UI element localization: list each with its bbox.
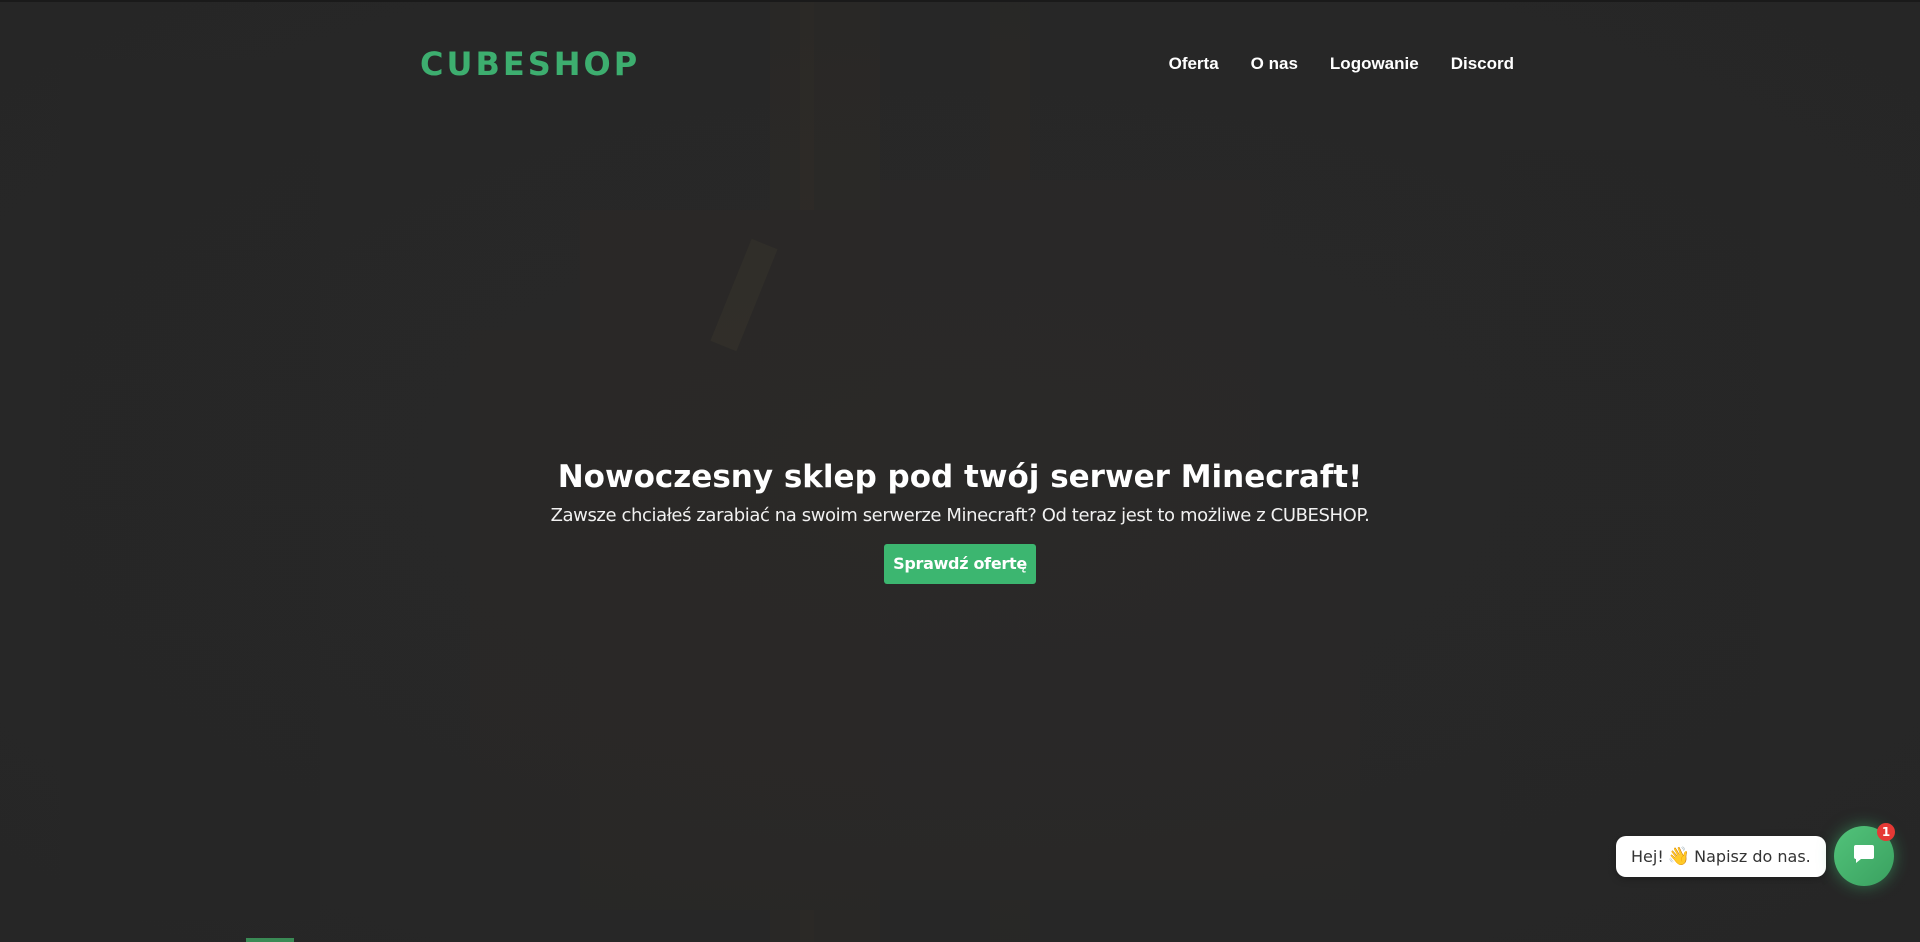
hero-title: Nowoczesny sklep pod twój serwer Minecra… bbox=[557, 459, 1363, 495]
scroll-indicator bbox=[246, 938, 294, 942]
hero-section: Nowoczesny sklep pod twój serwer Minecra… bbox=[0, 455, 1920, 584]
chat-bubble-icon bbox=[1852, 842, 1876, 870]
top-border bbox=[0, 0, 1920, 2]
unread-badge: 1 bbox=[1877, 823, 1895, 841]
nav-item-discord[interactable]: Discord bbox=[1451, 54, 1514, 74]
chat-greeting-prefix: Hej! bbox=[1631, 847, 1664, 866]
nav-item-o-nas[interactable]: O nas bbox=[1251, 54, 1298, 74]
nav-item-oferta[interactable]: Oferta bbox=[1169, 54, 1219, 74]
page: CUBESHOP Oferta O nas Logowanie Discord … bbox=[0, 0, 1920, 942]
hero-subtitle: Zawsze chciałeś zarabiać na swoim serwer… bbox=[550, 505, 1370, 526]
chat-greeting-suffix: Napisz do nas. bbox=[1694, 847, 1811, 866]
nav-item-logowanie[interactable]: Logowanie bbox=[1330, 54, 1419, 74]
site-header: CUBESHOP Oferta O nas Logowanie Discord bbox=[420, 40, 1514, 88]
waving-hand-icon: 👋 bbox=[1667, 845, 1691, 867]
check-offer-button[interactable]: Sprawdź ofertę bbox=[884, 544, 1036, 584]
main-nav: Oferta O nas Logowanie Discord bbox=[1169, 54, 1514, 74]
chat-greeting-bubble[interactable]: Hej! 👋 Napisz do nas. bbox=[1616, 836, 1826, 877]
logo[interactable]: CUBESHOP bbox=[420, 45, 640, 83]
